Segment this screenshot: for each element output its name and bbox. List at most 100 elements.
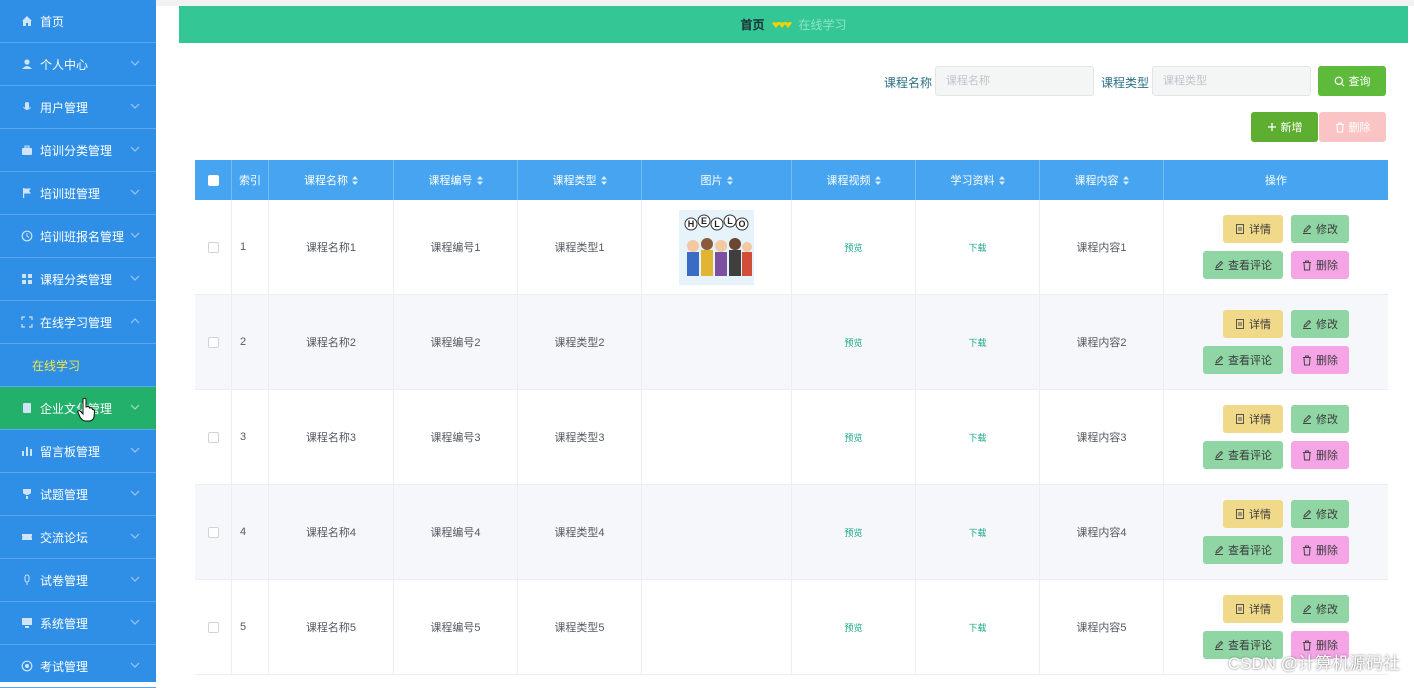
download-link[interactable]: 下载 bbox=[968, 336, 986, 349]
edit-button-label: 修改 bbox=[1316, 411, 1338, 427]
sidebar-item-message-board[interactable]: 留言板管理 bbox=[0, 430, 156, 473]
trash-icon bbox=[1335, 122, 1345, 133]
sidebar-item-system[interactable]: 系统管理 bbox=[0, 602, 156, 645]
row-checkbox[interactable] bbox=[208, 337, 219, 348]
column-header-content[interactable]: 课程内容 bbox=[1040, 160, 1164, 200]
fullscreen-icon bbox=[20, 316, 33, 329]
sidebar-item-label: 用户管理 bbox=[40, 99, 88, 116]
column-header-name[interactable]: 课程名称 bbox=[269, 160, 394, 200]
course-name-input[interactable] bbox=[935, 66, 1094, 96]
detail-button[interactable]: 详情 bbox=[1223, 405, 1283, 433]
detail-button[interactable]: 详情 bbox=[1223, 595, 1283, 623]
preview-link[interactable]: 预览 bbox=[844, 431, 862, 444]
sidebar-item-course-category[interactable]: 课程分类管理 bbox=[0, 258, 156, 301]
sidebar-item-questions[interactable]: 试题管理 bbox=[0, 473, 156, 516]
document-icon bbox=[1235, 224, 1245, 234]
edit-button[interactable]: 修改 bbox=[1291, 310, 1349, 338]
detail-button[interactable]: 详情 bbox=[1223, 215, 1283, 243]
sort-icon[interactable] bbox=[999, 176, 1005, 185]
preview-link[interactable]: 预览 bbox=[844, 526, 862, 539]
preview-link[interactable]: 预览 bbox=[844, 241, 862, 254]
sidebar-item-online-learning[interactable]: 在线学习管理 bbox=[0, 301, 156, 344]
pencil-icon bbox=[1214, 640, 1224, 650]
column-header-material[interactable]: 学习资料 bbox=[916, 160, 1040, 200]
column-header-type[interactable]: 课程类型 bbox=[518, 160, 642, 200]
sidebar-item-registration[interactable]: 培训班报名管理 bbox=[0, 215, 156, 258]
column-header-label: 学习资料 bbox=[951, 172, 995, 188]
sort-icon[interactable] bbox=[352, 176, 358, 185]
sort-icon[interactable] bbox=[727, 176, 733, 185]
view-comments-button-label: 查看评论 bbox=[1228, 447, 1272, 463]
column-header-label: 课程视频 bbox=[827, 172, 871, 188]
sort-icon[interactable] bbox=[601, 176, 607, 185]
edit-button-label: 修改 bbox=[1316, 316, 1338, 332]
edit-button[interactable]: 修改 bbox=[1291, 500, 1349, 528]
pencil-icon bbox=[1302, 224, 1312, 234]
cell-index: 5 bbox=[232, 580, 269, 674]
sidebar-item-home[interactable]: 首页 bbox=[0, 0, 156, 43]
cell-course-content: 课程内容2 bbox=[1040, 295, 1164, 389]
row-checkbox[interactable] bbox=[208, 527, 219, 538]
course-table: 索引 课程名称 课程编号 课程类型 图片 课程视频 学习资料 课程内容 操作 1… bbox=[195, 160, 1388, 675]
column-header-code[interactable]: 课程编号 bbox=[394, 160, 518, 200]
preview-link[interactable]: 预览 bbox=[844, 621, 862, 634]
view-comments-button-label: 查看评论 bbox=[1228, 257, 1272, 273]
row-checkbox[interactable] bbox=[208, 242, 219, 253]
row-checkbox[interactable] bbox=[208, 622, 219, 633]
preview-link[interactable]: 预览 bbox=[844, 336, 862, 349]
sidebar-item-label: 交流论坛 bbox=[40, 529, 88, 546]
download-link[interactable]: 下载 bbox=[968, 431, 986, 444]
select-all-checkbox[interactable] bbox=[208, 175, 219, 186]
sort-icon[interactable] bbox=[875, 176, 881, 185]
edit-button[interactable]: 修改 bbox=[1291, 215, 1349, 243]
breadcrumb-home[interactable]: 首页 bbox=[740, 16, 764, 33]
sidebar-item-forum[interactable]: 交流论坛 bbox=[0, 516, 156, 559]
watermark: CSDN @计算机源码社 bbox=[1228, 649, 1400, 674]
detail-button[interactable]: 详情 bbox=[1223, 500, 1283, 528]
sort-icon[interactable] bbox=[1123, 176, 1129, 185]
sidebar-item-profile[interactable]: 个人中心 bbox=[0, 43, 156, 86]
sidebar-item-papers[interactable]: 试卷管理 bbox=[0, 559, 156, 602]
view-comments-button[interactable]: 查看评论 bbox=[1203, 251, 1283, 279]
course-type-input[interactable] bbox=[1152, 66, 1311, 96]
sort-icon[interactable] bbox=[477, 176, 483, 185]
sidebar-item-label: 试题管理 bbox=[40, 486, 88, 503]
edit-button[interactable]: 修改 bbox=[1291, 595, 1349, 623]
cell-course-content: 课程内容3 bbox=[1040, 390, 1164, 484]
view-comments-button[interactable]: 查看评论 bbox=[1203, 536, 1283, 564]
view-comments-button-label: 查看评论 bbox=[1228, 352, 1272, 368]
pencil-icon bbox=[1302, 509, 1312, 519]
sidebar-subitem-online-learning[interactable]: 在线学习 bbox=[0, 344, 156, 387]
column-header-image[interactable]: 图片 bbox=[642, 160, 792, 200]
query-button[interactable]: 查询 bbox=[1318, 66, 1386, 96]
cell-course-content: 课程内容5 bbox=[1040, 580, 1164, 674]
detail-button[interactable]: 详情 bbox=[1223, 310, 1283, 338]
view-comments-button[interactable]: 查看评论 bbox=[1203, 346, 1283, 374]
download-link[interactable]: 下载 bbox=[968, 621, 986, 634]
row-checkbox[interactable] bbox=[208, 432, 219, 443]
edit-button[interactable]: 修改 bbox=[1291, 405, 1349, 433]
download-link[interactable]: 下载 bbox=[968, 241, 986, 254]
add-button[interactable]: 新增 bbox=[1251, 112, 1318, 142]
download-link[interactable]: 下载 bbox=[968, 526, 986, 539]
sidebar-item-training-class[interactable]: 培训班管理 bbox=[0, 172, 156, 215]
column-header-video[interactable]: 课程视频 bbox=[792, 160, 916, 200]
delete-button[interactable]: 删除 bbox=[1291, 251, 1349, 279]
cell-image: HELLO bbox=[642, 200, 792, 294]
column-header-label: 操作 bbox=[1265, 172, 1287, 188]
sidebar-item-label: 系统管理 bbox=[40, 615, 88, 632]
sidebar-item-users[interactable]: 用户管理 bbox=[0, 86, 156, 129]
cell-course-name: 课程名称3 bbox=[269, 390, 394, 484]
delete-button[interactable]: 删除 bbox=[1291, 346, 1349, 374]
course-thumbnail[interactable]: HELLO bbox=[679, 210, 754, 285]
batch-delete-button[interactable]: 删除 bbox=[1319, 112, 1386, 142]
chevron-down-icon bbox=[130, 144, 140, 154]
view-comments-button[interactable]: 查看评论 bbox=[1203, 441, 1283, 469]
sidebar-item-training-category[interactable]: 培训分类管理 bbox=[0, 129, 156, 172]
chevron-down-icon bbox=[130, 574, 140, 584]
delete-button[interactable]: 删除 bbox=[1291, 441, 1349, 469]
cell-video: 预览 bbox=[792, 200, 916, 294]
column-header-label: 索引 bbox=[239, 172, 261, 188]
pencil-icon bbox=[1302, 414, 1312, 424]
delete-button[interactable]: 删除 bbox=[1291, 536, 1349, 564]
